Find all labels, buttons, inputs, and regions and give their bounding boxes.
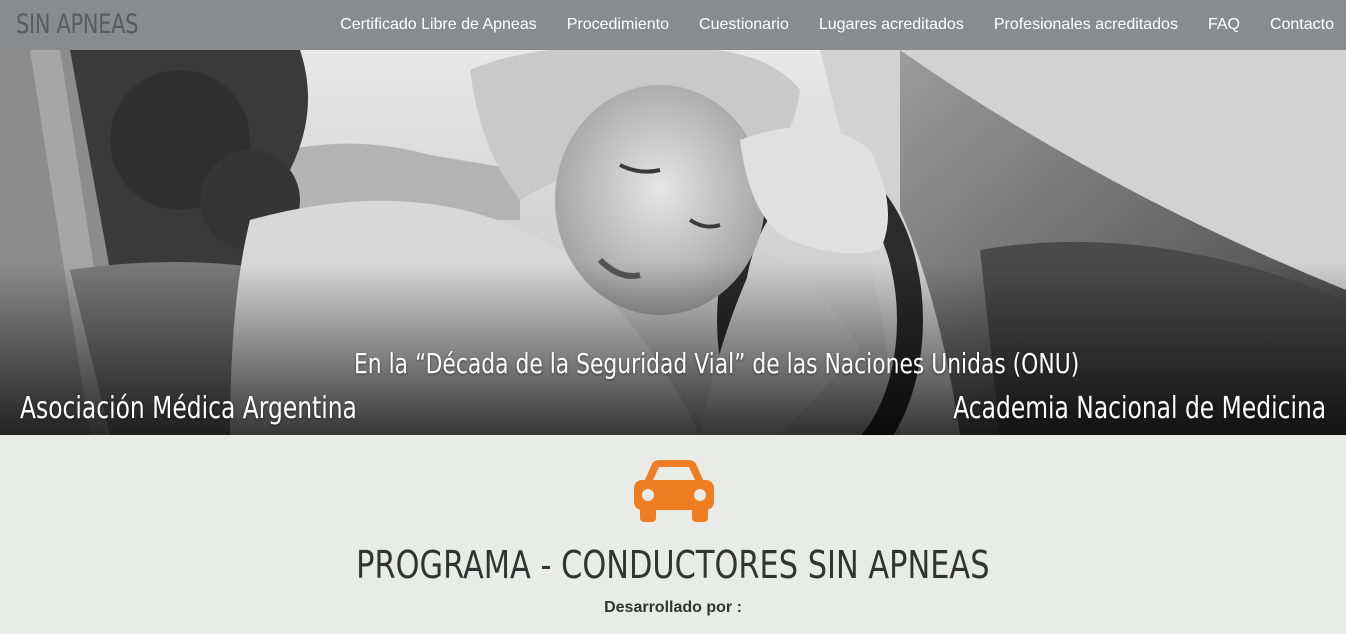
program-title-text: PROGRAMA - CONDUCTORES SIN APNEAS (356, 543, 990, 587)
hero-banner: En la “Década de la Seguridad Vial” de l… (0, 50, 1346, 435)
hero-org-left: Asociación Médica Argentina (20, 391, 357, 426)
car-icon (634, 460, 714, 522)
nav-link-lugares[interactable]: Lugares acreditados (819, 16, 964, 33)
nav-menu: Certificado Libre de Apneas Procedimient… (310, 0, 1334, 50)
site-brand-link[interactable]: SIN APNEAS (16, 9, 138, 40)
nav-link-cuestionario[interactable]: Cuestionario (699, 16, 789, 33)
hero-org-right: Academia Nacional de Medicina (953, 391, 1326, 426)
nav-link-faq[interactable]: FAQ (1208, 16, 1240, 33)
nav-link-contacto[interactable]: Contacto (1270, 16, 1334, 33)
developed-by-label: Desarrollado por : (604, 599, 742, 616)
nav-link-certificado[interactable]: Certificado Libre de Apneas (340, 16, 537, 33)
nav-link-profesionales[interactable]: Profesionales acreditados (994, 16, 1178, 33)
hero-caption: En la “Década de la Seguridad Vial” de l… (354, 347, 1080, 380)
top-navbar: SIN APNEAS Certificado Libre de Apneas P… (0, 0, 1346, 50)
program-title: PROGRAMA - CONDUCTORES SIN APNEAS (0, 543, 1346, 587)
nav-link-procedimiento[interactable]: Procedimiento (567, 16, 669, 33)
program-section: PROGRAMA - CONDUCTORES SIN APNEAS Desarr… (0, 435, 1346, 634)
